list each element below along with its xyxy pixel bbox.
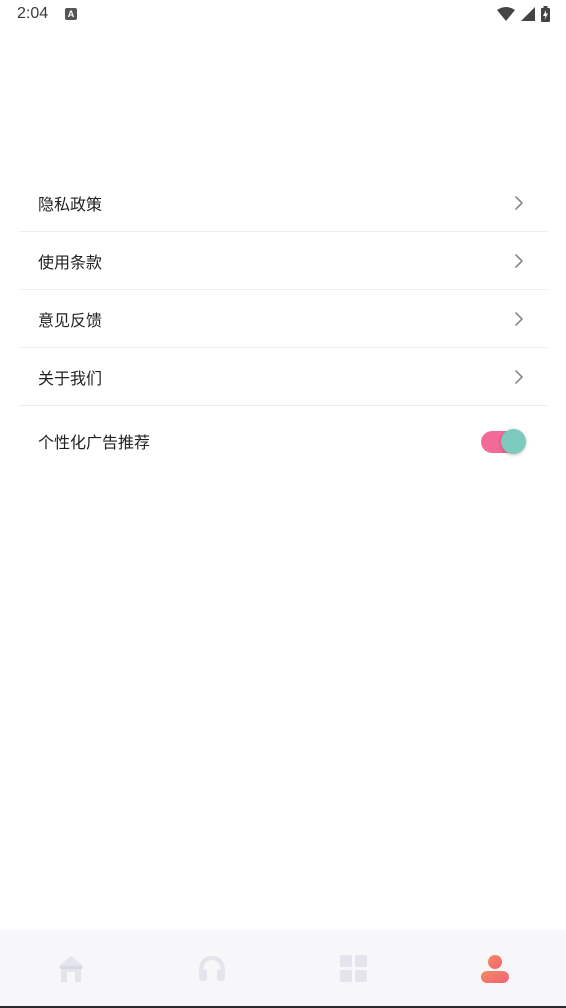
settings-item-about-us[interactable]: 关于我们 xyxy=(19,348,547,406)
settings-item-label: 隐私政策 xyxy=(38,194,103,214)
settings-item-label: 使用条款 xyxy=(38,252,103,272)
settings-item-label: 意见反馈 xyxy=(38,310,103,330)
chevron-right-icon xyxy=(515,253,523,268)
settings-item-feedback[interactable]: 意见反馈 xyxy=(19,290,547,348)
signal-icon xyxy=(521,7,535,21)
settings-item-terms-of-use[interactable]: 使用条款 xyxy=(19,232,547,290)
home-icon xyxy=(57,956,84,982)
headphones-icon xyxy=(199,955,226,981)
settings-item-privacy-policy[interactable]: 隐私政策 xyxy=(19,174,547,232)
profile-icon xyxy=(481,955,510,983)
status-time: 2:04 xyxy=(17,5,49,22)
settings-list: 隐私政策 使用条款 意见反馈 关于我们 个性化广告推荐 xyxy=(19,174,547,476)
notification-a-icon: A xyxy=(65,8,77,20)
nav-item-profile[interactable] xyxy=(425,930,566,1008)
settings-screen: 2:04 A 隐私政策 使用条款 意见反馈 关于我们 个性化广告推荐 xyxy=(0,0,566,1008)
battery-charging-icon xyxy=(541,6,550,22)
chevron-right-icon xyxy=(515,195,523,210)
grid-icon xyxy=(339,955,367,982)
nav-item-categories[interactable] xyxy=(283,930,425,1008)
settings-item-personalized-ads: 个性化广告推荐 xyxy=(19,406,547,476)
personalized-ads-toggle[interactable] xyxy=(481,429,526,454)
toggle-knob xyxy=(501,429,526,454)
wifi-icon xyxy=(497,7,515,21)
settings-item-label: 关于我们 xyxy=(38,368,103,388)
chevron-right-icon xyxy=(515,369,523,384)
settings-item-label: 个性化广告推荐 xyxy=(38,433,151,452)
status-icons xyxy=(497,6,550,22)
nav-item-listen[interactable] xyxy=(142,930,284,1008)
nav-item-home[interactable] xyxy=(0,930,142,1008)
status-bar: 2:04 A xyxy=(0,0,566,30)
chevron-right-icon xyxy=(515,311,523,326)
bottom-nav xyxy=(0,930,566,1008)
